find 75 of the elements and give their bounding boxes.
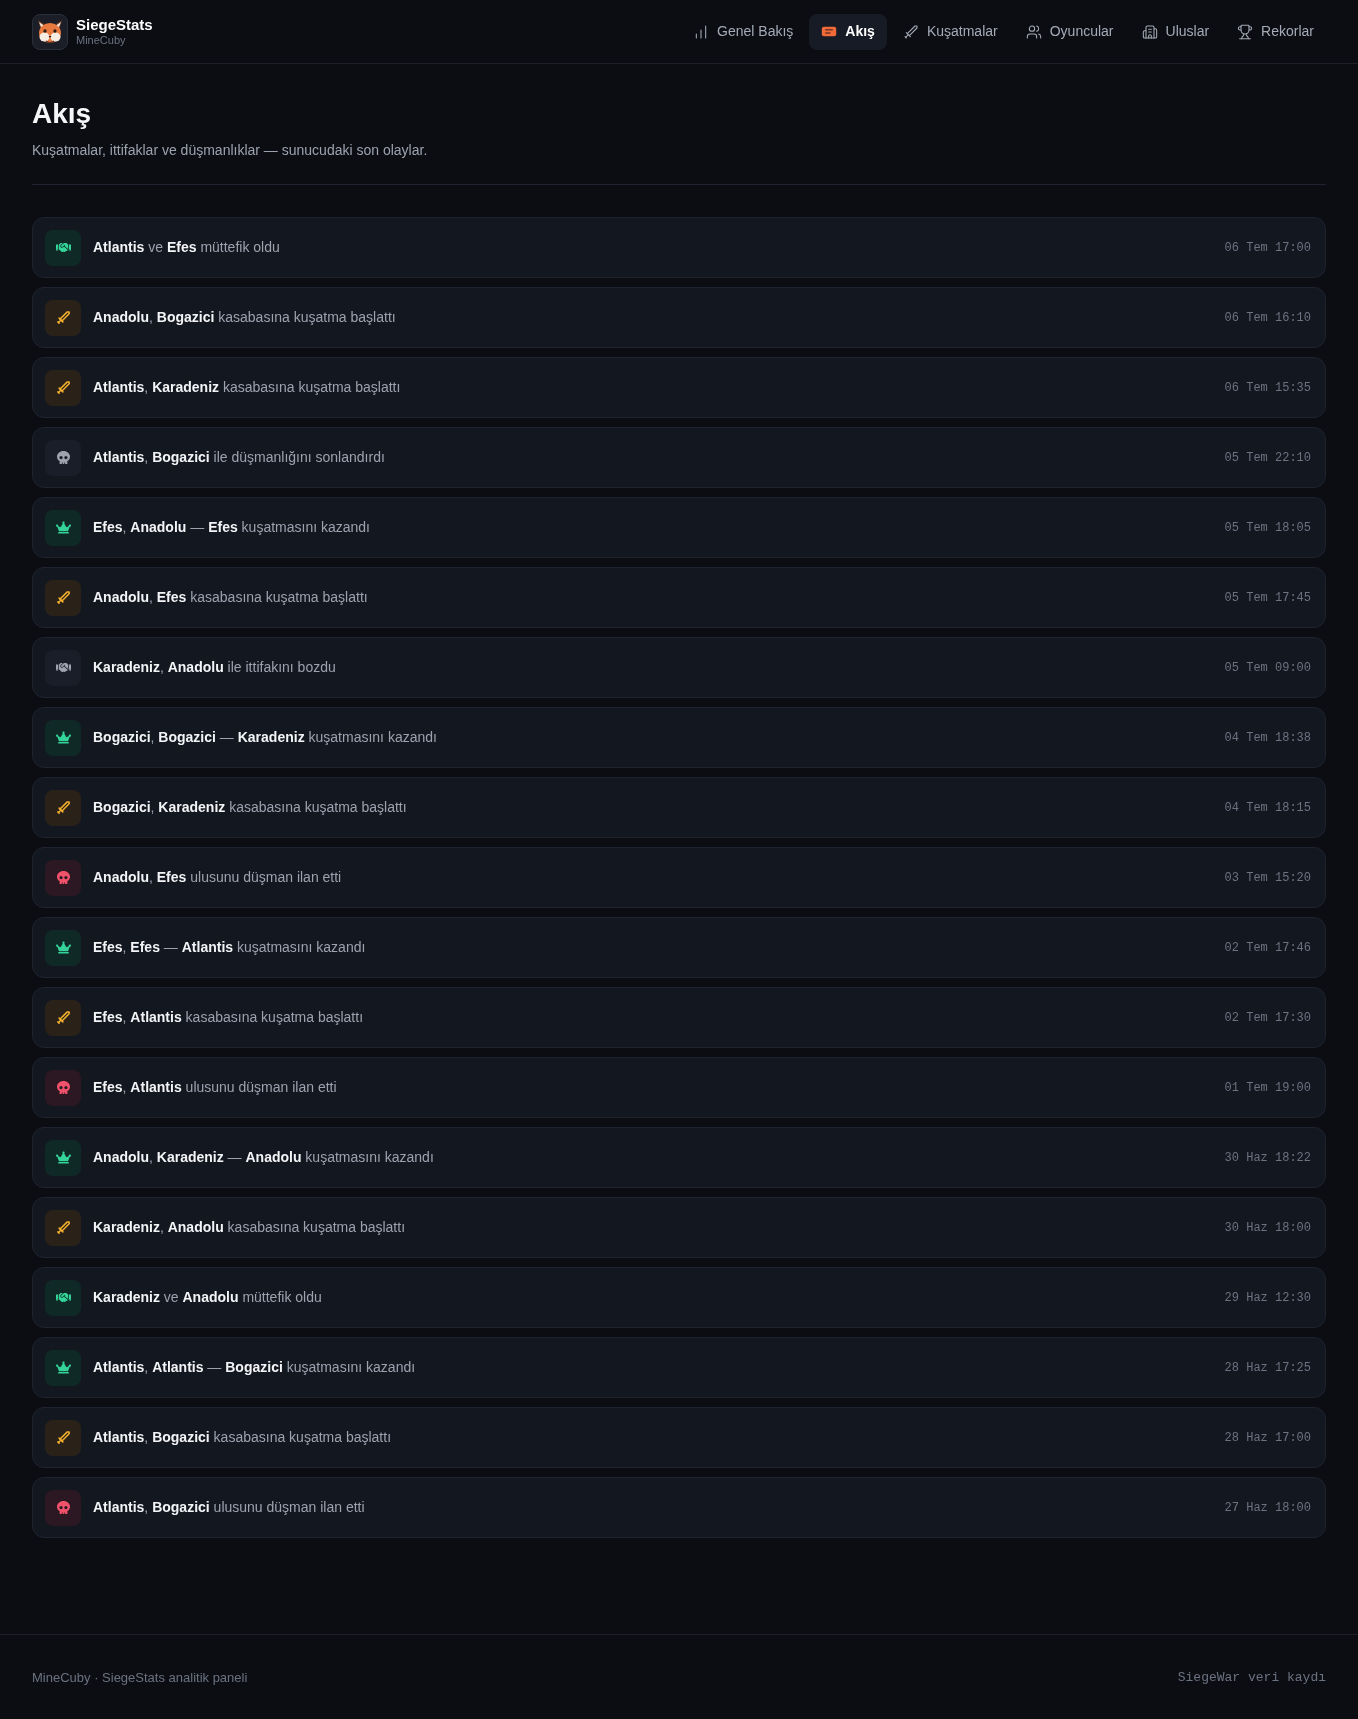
event-time: 05 Tem 17:45 bbox=[1224, 589, 1311, 607]
event-time: 06 Tem 17:00 bbox=[1224, 239, 1311, 257]
skull-icon bbox=[45, 859, 81, 896]
event-text: Anadolu, Karadeniz — Anadolu kuşatmasını kazandı bbox=[93, 1148, 435, 1167]
event-time: 04 Tem 18:38 bbox=[1224, 729, 1311, 747]
skull-icon bbox=[45, 1069, 81, 1106]
nav-tab[interactable]: Uluslar bbox=[1129, 13, 1222, 50]
handshake-icon bbox=[45, 649, 81, 686]
sword-icon bbox=[45, 1419, 81, 1456]
event-text: Anadolu, Efes kasabasına kuşatma başlattı bbox=[93, 588, 369, 607]
page-subtitle: Kuşatmalar, ittifaklar ve düşmanlıklar — sunucudaki son olaylar. bbox=[32, 141, 429, 160]
sword-icon bbox=[902, 23, 919, 40]
sword-icon bbox=[45, 999, 81, 1036]
sword-icon bbox=[45, 1209, 81, 1246]
event-text: Atlantis, Bogazici ile düşmanlığını sonlandırdı bbox=[93, 448, 386, 467]
event-time: 02 Tem 17:30 bbox=[1224, 1009, 1311, 1027]
event-text: Efes, Atlantis kasabasına kuşatma başlattı bbox=[93, 1008, 365, 1027]
event-time: 06 Tem 16:10 bbox=[1224, 309, 1311, 327]
crown-icon bbox=[45, 929, 81, 966]
event-text: Karadeniz, Anadolu kasabasına kuşatma başlattı bbox=[93, 1218, 407, 1237]
sword-icon bbox=[45, 789, 81, 826]
event-text: Atlantis, Atlantis — Bogazici kuşatmasını kazandı bbox=[93, 1358, 417, 1377]
event-text: Atlantis, Karadeniz kasabasına kuşatma başlattı bbox=[93, 378, 402, 397]
nav-tab[interactable]: Genel Bakış bbox=[681, 13, 806, 50]
nav-tab[interactable]: Oyuncular bbox=[1013, 13, 1126, 50]
event-time: 03 Tem 15:20 bbox=[1224, 869, 1311, 887]
event-text: Efes, Efes — Atlantis kuşatmasını kazandı bbox=[93, 938, 367, 957]
nav-tab[interactable]: Kuşatmalar bbox=[890, 13, 1010, 50]
users-icon bbox=[1025, 23, 1042, 40]
skull-icon bbox=[45, 1489, 81, 1526]
card-icon bbox=[821, 25, 838, 38]
event-time: 04 Tem 18:15 bbox=[1224, 799, 1311, 817]
event-time: 01 Tem 19:00 bbox=[1224, 1079, 1311, 1097]
crown-icon bbox=[45, 1349, 81, 1386]
event-text: Bogazici, Bogazici — Karadeniz kuşatmasını kazandı bbox=[93, 728, 438, 747]
event-time: 05 Tem 22:10 bbox=[1224, 449, 1311, 467]
event-text: Karadeniz ve Anadolu müttefik oldu bbox=[93, 1288, 323, 1307]
sword-icon bbox=[45, 369, 81, 406]
event-text: Atlantis ve Efes müttefik oldu bbox=[93, 238, 281, 257]
nav-tab[interactable]: Rekorlar bbox=[1225, 13, 1326, 50]
footer-text: MineCuby · SiegeStats analitik paneli bbox=[32, 1668, 248, 1687]
event-time: 28 Haz 17:00 bbox=[1224, 1429, 1311, 1447]
handshake-icon bbox=[45, 229, 81, 266]
event-text: Efes, Anadolu — Efes kuşatmasını kazandı bbox=[93, 518, 371, 537]
sword-icon bbox=[45, 299, 81, 336]
animal-face-logo bbox=[32, 13, 68, 50]
nav-tab[interactable]: Akış bbox=[809, 13, 887, 50]
event-text: Efes, Atlantis ulusunu düşman ilan etti bbox=[93, 1078, 338, 1097]
handshake-icon bbox=[45, 1279, 81, 1316]
event-time: 29 Haz 12:30 bbox=[1224, 1289, 1311, 1307]
trophy-icon bbox=[1237, 23, 1254, 40]
event-text: Karadeniz, Anadolu ile ittifakını bozdu bbox=[93, 658, 337, 677]
event-text: Anadolu, Efes ulusunu düşman ilan etti bbox=[93, 868, 343, 887]
crown-icon bbox=[45, 509, 81, 546]
brand-title: SiegeStats bbox=[76, 16, 153, 34]
event-time: 05 Tem 09:00 bbox=[1224, 659, 1311, 677]
page-title: Akış bbox=[32, 97, 93, 131]
crown-icon bbox=[45, 719, 81, 756]
event-time: 30 Haz 18:00 bbox=[1224, 1219, 1311, 1237]
event-text: Atlantis, Bogazici ulusunu düşman ilan etti bbox=[93, 1498, 366, 1517]
brand-subtitle: MineCuby bbox=[76, 34, 127, 47]
skull-icon bbox=[45, 439, 81, 476]
event-text: Anadolu, Bogazici kasabasına kuşatma başlattı bbox=[93, 308, 397, 327]
sword-icon bbox=[45, 579, 81, 616]
event-time: 28 Haz 17:25 bbox=[1224, 1359, 1311, 1377]
event-time: 02 Tem 17:46 bbox=[1224, 939, 1311, 957]
event-text: Bogazici, Karadeniz kasabasına kuşatma başlattı bbox=[93, 798, 408, 817]
event-time: 06 Tem 15:35 bbox=[1224, 379, 1311, 397]
event-time: 05 Tem 18:05 bbox=[1224, 519, 1311, 537]
footer-source: SiegeWar veri kaydı bbox=[1177, 1668, 1326, 1687]
buildings-icon bbox=[1141, 23, 1158, 40]
event-time: 27 Haz 18:00 bbox=[1224, 1499, 1311, 1517]
crown-icon bbox=[45, 1139, 81, 1176]
event-text: Atlantis, Bogazici kasabasına kuşatma başlattı bbox=[93, 1428, 393, 1447]
event-time: 30 Haz 18:22 bbox=[1224, 1149, 1311, 1167]
